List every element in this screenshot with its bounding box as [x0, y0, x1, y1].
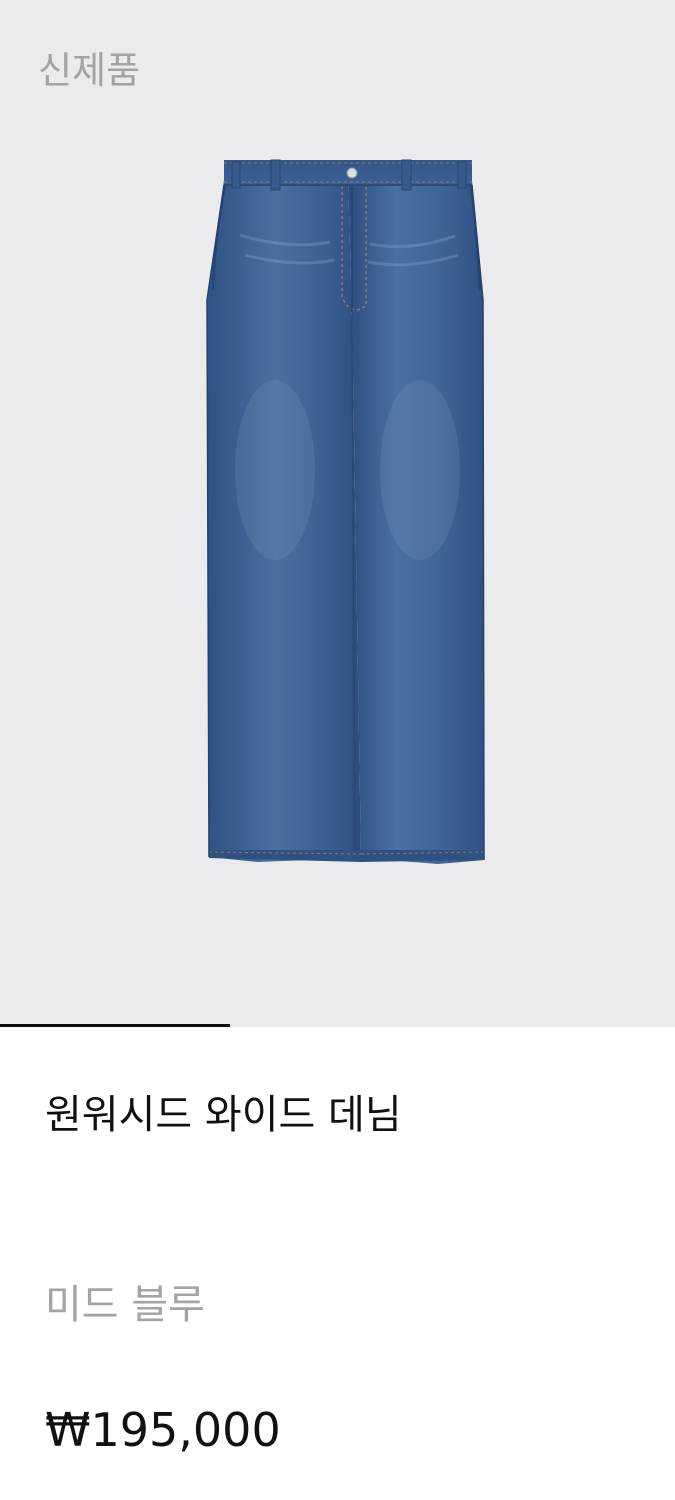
product-name[interactable]: 원워시드 와이드 데님 — [45, 1087, 402, 1143]
product-card[interactable]: 신제품 원워시드 와이드 데님 미드 블루 ₩195,000 — [0, 0, 675, 1500]
product-color-name: 미드 블루 — [45, 1282, 205, 1328]
product-info[interactable]: 원워시드 와이드 데님 미드 블루 ₩195,000 — [0, 1027, 675, 1500]
product-image-area[interactable]: 신제품 — [0, 0, 675, 1027]
product-price: ₩195,000 — [45, 1403, 281, 1457]
wide-leg-jeans-image — [206, 159, 485, 864]
